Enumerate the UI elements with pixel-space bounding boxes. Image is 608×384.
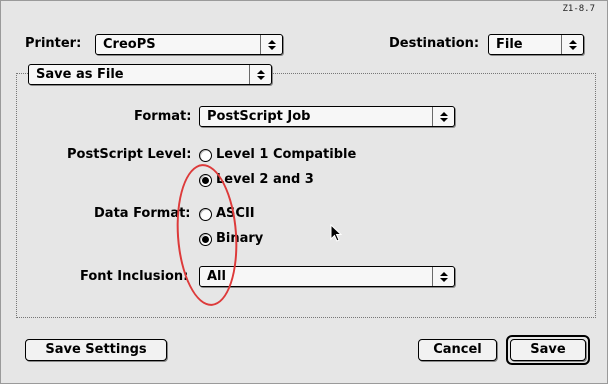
cancel-button[interactable]: Cancel: [418, 339, 497, 361]
version-label: Z1-8.7: [562, 4, 595, 14]
arrow-cursor-icon: [330, 224, 343, 242]
save-settings-button[interactable]: Save Settings: [25, 339, 167, 361]
save-button[interactable]: Save: [510, 339, 586, 361]
printer-popup[interactable]: CreoPS: [95, 34, 283, 55]
print-dialog: Z1-8.7 Printer: CreoPS Destination: File…: [0, 0, 608, 384]
up-down-arrows-icon: [249, 65, 271, 84]
up-down-arrows-icon: [561, 35, 583, 54]
destination-label: Destination:: [389, 36, 480, 51]
level2-label[interactable]: Level 2 and 3: [216, 172, 314, 187]
level1-radio[interactable]: [199, 149, 212, 162]
format-label: Format:: [134, 109, 192, 124]
up-down-arrows-icon: [432, 107, 454, 126]
font-inclusion-label: Font Inclusion:: [80, 269, 189, 284]
panel-popup[interactable]: Save as File: [28, 64, 272, 85]
format-value: PostScript Job: [207, 109, 311, 124]
format-popup[interactable]: PostScript Job: [199, 106, 455, 127]
panel-popup-value: Save as File: [36, 67, 124, 82]
destination-value: File: [496, 37, 523, 52]
destination-popup[interactable]: File: [488, 34, 584, 55]
font-inclusion-popup[interactable]: All: [199, 266, 455, 287]
printer-value: CreoPS: [103, 37, 156, 52]
up-down-arrows-icon: [432, 267, 454, 286]
postscript-level-label: PostScript Level:: [67, 147, 192, 162]
printer-label: Printer:: [25, 36, 82, 51]
up-down-arrows-icon: [260, 35, 282, 54]
level1-label[interactable]: Level 1 Compatible: [216, 147, 356, 162]
